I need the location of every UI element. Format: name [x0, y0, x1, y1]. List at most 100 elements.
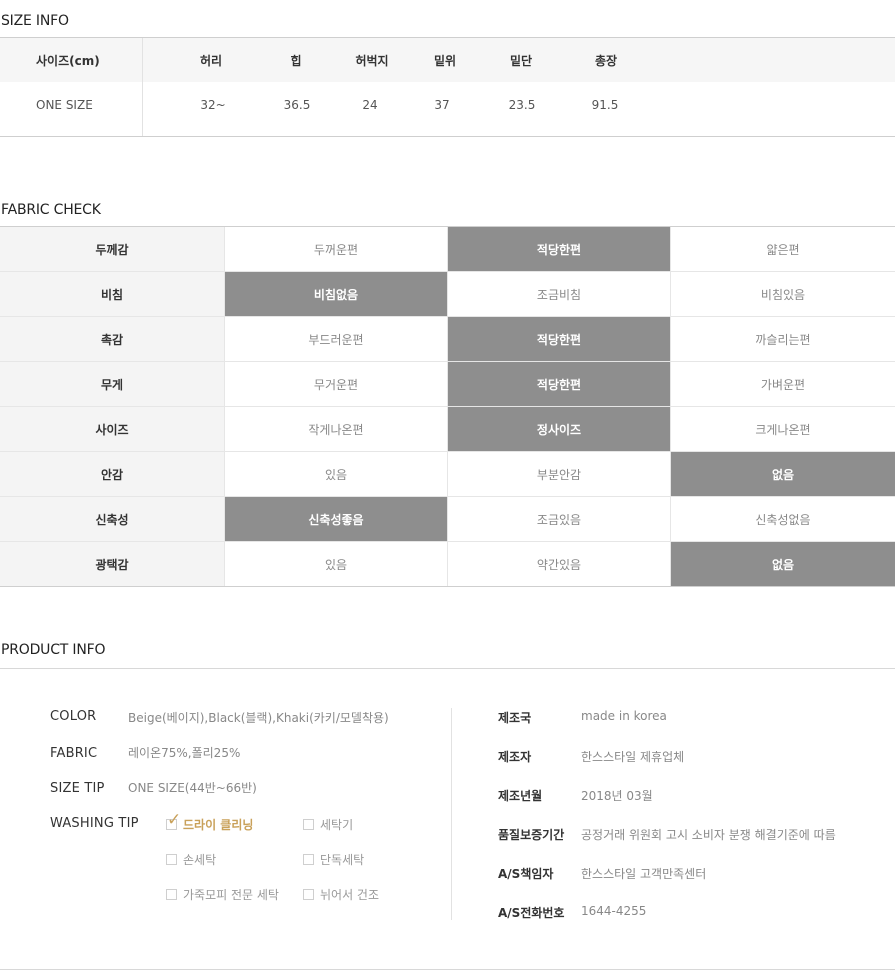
wash-hand: 손세탁	[166, 851, 216, 868]
fabric-option: 약간있음	[447, 542, 670, 586]
fabric-option-selected: 신축성좋음	[224, 497, 447, 541]
fabric-option: 작게나온편	[224, 407, 447, 451]
size-val-hip: 36.5	[283, 98, 311, 112]
fabric-option: 부분안감	[447, 452, 670, 496]
wash-flat-dry-label: 뉘어서 건조	[320, 888, 380, 902]
phone-key: A/S전화번호	[498, 906, 565, 920]
maker-key: 제조자	[498, 750, 532, 764]
fabric-option: 무거운편	[224, 362, 447, 406]
wash-machine: 세탁기	[303, 816, 353, 833]
size-row-label: ONE SIZE	[36, 98, 93, 112]
date-value: 2018년 03월	[581, 789, 653, 803]
size-tip-key: SIZE TIP	[50, 781, 105, 796]
fabric-option: 얇은편	[670, 227, 895, 271]
color-value: Beige(베이지),Black(블랙),Khaki(카키/모델착용)	[128, 711, 389, 725]
fabric-row: 촉감 부드러운편 적당한편 까슬리는편	[0, 317, 895, 362]
fabric-option: 조금비침	[447, 272, 670, 316]
fabric-option: 까슬리는편	[670, 317, 895, 361]
fabric-option: 두꺼운편	[224, 227, 447, 271]
wash-hand-label: 손세탁	[183, 853, 217, 867]
fabric-option-selected: 적당한편	[447, 317, 670, 361]
fabric-key: FABRIC	[50, 746, 98, 761]
phone-value: 1644-4255	[581, 904, 647, 918]
fabric-option: 크게나온편	[670, 407, 895, 451]
fabric-row: 안감 있음 부분안감 없음	[0, 452, 895, 497]
wash-leather-label: 가죽모피 전문 세탁	[183, 888, 279, 902]
fabric-row: 신축성 신축성좋음 조금있음 신축성없음	[0, 497, 895, 542]
size-header-label: 사이즈(cm)	[36, 54, 100, 68]
checkbox-icon	[166, 854, 177, 865]
size-info-title: SIZE INFO	[1, 13, 69, 29]
wash-flat-dry: 뉘어서 건조	[303, 886, 379, 903]
checkbox-icon	[303, 854, 314, 865]
warranty-value: 공정거래 위원회 고시 소비자 분쟁 해결기준에 따름	[581, 828, 836, 842]
fabric-option: 부드러운편	[224, 317, 447, 361]
fabric-table: 두께감 두꺼운편 적당한편 얇은편 비침 비침없음 조금비침 비침있음 촉감 부드러운편 적당한편 까…	[0, 226, 895, 587]
warranty-key: 품질보증기간	[498, 828, 565, 842]
fabric-row-label: 안감	[0, 452, 224, 496]
size-tip-value: ONE SIZE(44반~66반)	[128, 781, 257, 795]
wash-single-label: 단독세탁	[320, 853, 365, 867]
as-key: A/S책임자	[498, 867, 554, 881]
maker-value: 한스스타일 제휴업체	[581, 750, 685, 764]
column-divider	[451, 708, 452, 920]
fabric-option: 있음	[224, 542, 447, 586]
divider	[0, 969, 895, 970]
checkbox-icon: ✓	[166, 812, 181, 830]
size-val-thigh: 24	[362, 98, 378, 112]
washing-tip-key: WASHING TIP	[50, 816, 139, 831]
fabric-row-label: 광택감	[0, 542, 224, 586]
date-key: 제조년월	[498, 789, 543, 803]
fabric-row-label: 두께감	[0, 227, 224, 271]
wash-machine-label: 세탁기	[320, 818, 354, 832]
wash-leather: 가죽모피 전문 세탁	[166, 886, 279, 903]
fabric-option: 비침있음	[670, 272, 895, 316]
fabric-option: 조금있음	[447, 497, 670, 541]
size-table-divider	[142, 38, 143, 136]
fabric-row-label: 신축성	[0, 497, 224, 541]
size-col-rise: 밑위	[433, 54, 457, 68]
size-val-hem: 23.5	[508, 98, 536, 112]
fabric-option-selected: 적당한편	[447, 362, 670, 406]
fabric-option-selected: 비침없음	[224, 272, 447, 316]
fabric-row: 무게 무거운편 적당한편 가벼운편	[0, 362, 895, 407]
size-col-waist: 허리	[199, 54, 223, 68]
checkbox-icon	[303, 889, 314, 900]
wash-dry-cleaning: ✓ 드라이 클리닝	[166, 812, 254, 833]
size-val-length: 91.5	[591, 98, 619, 112]
color-key: COLOR	[50, 709, 97, 724]
fabric-option: 신축성없음	[670, 497, 895, 541]
checkbox-icon	[303, 819, 314, 830]
fabric-option: 있음	[224, 452, 447, 496]
fabric-option-selected: 없음	[670, 542, 895, 586]
fabric-row: 비침 비침없음 조금비침 비침있음	[0, 272, 895, 317]
fabric-row-label: 사이즈	[0, 407, 224, 451]
size-col-thigh: 허벅지	[355, 54, 389, 68]
divider	[0, 668, 895, 669]
product-info-title: PRODUCT INFO	[1, 642, 106, 658]
fabric-option-selected: 없음	[670, 452, 895, 496]
checkmark-icon: ✓	[167, 810, 182, 830]
wash-single: 단독세탁	[303, 851, 364, 868]
fabric-row-label: 무게	[0, 362, 224, 406]
fabric-option: 가벼운편	[670, 362, 895, 406]
fabric-row: 사이즈 작게나온편 정사이즈 크게나온편	[0, 407, 895, 452]
size-col-length: 총장	[594, 54, 618, 68]
fabric-row: 광택감 있음 약간있음 없음	[0, 542, 895, 586]
size-col-hip: 힙	[290, 54, 302, 68]
size-col-hem: 밑단	[509, 54, 533, 68]
wash-dry-cleaning-label: 드라이 클리닝	[183, 818, 254, 832]
fabric-row-label: 촉감	[0, 317, 224, 361]
fabric-option-selected: 적당한편	[447, 227, 670, 271]
origin-value: made in korea	[581, 709, 667, 723]
origin-key: 제조국	[498, 711, 532, 725]
fabric-row: 두께감 두꺼운편 적당한편 얇은편	[0, 227, 895, 272]
fabric-option-selected: 정사이즈	[447, 407, 670, 451]
fabric-value: 레이온75%,폴리25%	[128, 746, 241, 760]
as-value: 한스스타일 고객만족센터	[581, 867, 707, 881]
size-table: 사이즈(cm) 허리 힙 허벅지 밑위 밑단 총장 ONE SIZE 32~ 3…	[0, 37, 895, 137]
fabric-row-label: 비침	[0, 272, 224, 316]
fabric-check-title: FABRIC CHECK	[1, 202, 101, 218]
checkbox-icon	[166, 889, 177, 900]
size-val-rise: 37	[434, 98, 450, 112]
